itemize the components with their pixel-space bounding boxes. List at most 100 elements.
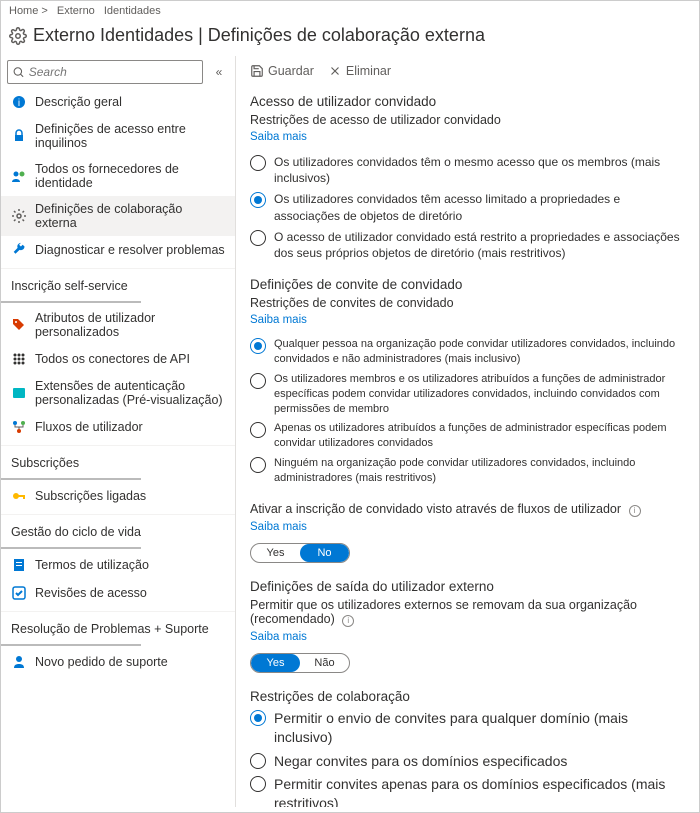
- radio-icon: [250, 422, 266, 438]
- sidebar-item[interactable]: Extensões de autenticação personalizadas…: [1, 373, 235, 413]
- page-header: Externo Identidades | Definições de cola…: [1, 21, 699, 56]
- radio-icon: [250, 457, 266, 473]
- sidebar-item-label: Definições de colaboração externa: [35, 202, 225, 230]
- radio-label: Os utilizadores convidados têm o mesmo a…: [274, 154, 685, 186]
- radio-icon: [250, 753, 266, 769]
- radio-icon: [250, 338, 266, 354]
- sidebar-item[interactable]: Termos de utilização: [1, 551, 235, 579]
- radio-icon: [250, 192, 266, 208]
- leave-toggle-no[interactable]: Não: [300, 654, 349, 672]
- section-invite: Definições de convite de convidado Restr…: [250, 277, 685, 486]
- radio-icon: [250, 776, 266, 792]
- sidebar-item[interactable]: Todos os fornecedores de identidade: [1, 156, 235, 196]
- leave-sub: Permitir que os utilizadores externos se…: [250, 598, 685, 627]
- delete-label: Eliminar: [346, 64, 391, 78]
- sidebar-item[interactable]: Novo pedido de suporte: [1, 648, 235, 676]
- radio-option[interactable]: Apenas os utilizadores atribuídos a funç…: [250, 421, 685, 451]
- signup-learn-link[interactable]: Saiba mais: [250, 521, 307, 533]
- save-button[interactable]: Guardar: [250, 64, 314, 78]
- sidebar-item[interactable]: Definições de colaboração externa: [1, 196, 235, 236]
- sidebar-item-label: Atributos de utilizador personalizados: [35, 311, 225, 339]
- wrench-icon: [11, 242, 27, 258]
- sidebar-group-label: Inscrição self-service: [1, 268, 235, 297]
- sidebar-item-label: Fluxos de utilizador: [35, 420, 143, 434]
- radio-option[interactable]: O acesso de utilizador convidado está re…: [250, 229, 685, 261]
- breadcrumb-l2[interactable]: Identidades: [104, 5, 161, 17]
- leave-toggle-yes[interactable]: Yes: [251, 654, 300, 672]
- section-leave: Definições de saída do utilizador extern…: [250, 579, 685, 673]
- grid-icon: [11, 351, 27, 367]
- leave-toggle[interactable]: Yes Não: [250, 653, 350, 673]
- section-guest-access: Acesso de utilizador convidado Restriçõe…: [250, 94, 685, 261]
- signup-toggle[interactable]: Yes No: [250, 543, 350, 563]
- sidebar-item-label: Todos os fornecedores de identidade: [35, 162, 225, 190]
- info-icon[interactable]: i: [342, 615, 354, 627]
- sidebar-group-label: Resolução de Problemas + Suporte: [1, 611, 235, 640]
- guest-access-title: Acesso de utilizador convidado: [250, 94, 685, 109]
- section-signup: Ativar a inscrição de convidado visto at…: [250, 502, 685, 563]
- search-box[interactable]: [7, 60, 203, 84]
- breadcrumb-home[interactable]: Home >: [9, 5, 48, 17]
- radio-option[interactable]: Negar convites para os domínios especifi…: [250, 752, 685, 771]
- toolbar: Guardar Eliminar: [250, 62, 685, 88]
- leave-learn-link[interactable]: Saiba mais: [250, 631, 307, 643]
- sidebar-group-label: Subscrições: [1, 445, 235, 474]
- radio-option[interactable]: Permitir o envio de convites para qualqu…: [250, 709, 685, 747]
- collapse-sidebar-button[interactable]: «: [209, 60, 229, 84]
- sidebar-item-label: Diagnosticar e resolver problemas: [35, 243, 225, 257]
- guest-access-learn-link[interactable]: Saiba mais: [250, 131, 307, 143]
- sidebar: « iDescrição geral Definições de acesso e…: [1, 56, 236, 807]
- gear-icon: [11, 208, 27, 224]
- invite-title: Definições de convite de convidado: [250, 277, 685, 292]
- save-label: Guardar: [268, 64, 314, 78]
- radio-icon: [250, 230, 266, 246]
- gear-icon: [9, 27, 27, 45]
- signup-toggle-no[interactable]: No: [300, 544, 349, 562]
- search-icon: [12, 65, 25, 79]
- radio-icon: [250, 373, 266, 389]
- breadcrumb-l1[interactable]: Externo: [57, 5, 95, 17]
- radio-label: Apenas os utilizadores atribuídos a funç…: [274, 421, 685, 451]
- invite-learn-link[interactable]: Saiba mais: [250, 314, 307, 326]
- sidebar-item-label: Definições de acesso entre inquilinos: [35, 122, 225, 150]
- sidebar-item[interactable]: Diagnosticar e resolver problemas: [1, 236, 235, 264]
- sidebar-item[interactable]: Revisões de acesso: [1, 579, 235, 607]
- info-icon[interactable]: i: [629, 505, 641, 517]
- sidebar-item[interactable]: iDescrição geral: [1, 88, 235, 116]
- search-input[interactable]: [29, 65, 198, 79]
- radio-label: O acesso de utilizador convidado está re…: [274, 229, 685, 261]
- people-icon: [11, 168, 27, 184]
- leave-title: Definições de saída do utilizador extern…: [250, 579, 685, 594]
- radio-label: Permitir convites apenas para os domínio…: [274, 775, 685, 807]
- radio-label: Qualquer pessoa na organização pode conv…: [274, 337, 685, 367]
- info-icon: i: [11, 94, 27, 110]
- sidebar-item[interactable]: Todos os conectores de API: [1, 345, 235, 373]
- guest-access-sub: Restrições de acesso de utilizador convi…: [250, 113, 685, 127]
- radio-label: Os utilizadores convidados têm acesso li…: [274, 191, 685, 223]
- radio-option[interactable]: Ninguém na organização pode convidar uti…: [250, 456, 685, 486]
- radio-icon: [250, 155, 266, 171]
- sidebar-item[interactable]: Fluxos de utilizador: [1, 413, 235, 441]
- signup-label: Ativar a inscrição de convidado visto at…: [250, 502, 685, 517]
- key-icon: [11, 488, 27, 504]
- signup-toggle-yes[interactable]: Yes: [251, 544, 300, 562]
- sidebar-item[interactable]: Definições de acesso entre inquilinos: [1, 116, 235, 156]
- lock-icon: [11, 128, 27, 144]
- radio-option[interactable]: Permitir convites apenas para os domínio…: [250, 775, 685, 807]
- sidebar-item[interactable]: Subscrições ligadas: [1, 482, 235, 510]
- page-title: Externo Identidades | Definições de cola…: [33, 25, 485, 46]
- sidebar-item-label: Subscrições ligadas: [35, 489, 146, 503]
- radio-option[interactable]: Os utilizadores convidados têm acesso li…: [250, 191, 685, 223]
- radio-option[interactable]: Os utilizadores convidados têm o mesmo a…: [250, 154, 685, 186]
- delete-button[interactable]: Eliminar: [328, 64, 391, 78]
- sidebar-item-label: Todos os conectores de API: [35, 352, 190, 366]
- radio-option[interactable]: Os utilizadores membros e os utilizadore…: [250, 372, 685, 417]
- sidebar-item[interactable]: Atributos de utilizador personalizados: [1, 305, 235, 345]
- collab-title: Restrições de colaboração: [250, 689, 685, 704]
- tag-icon: [11, 317, 27, 333]
- sidebar-item-label: Termos de utilização: [35, 558, 149, 572]
- radio-label: Os utilizadores membros e os utilizadore…: [274, 372, 685, 417]
- radio-option[interactable]: Qualquer pessoa na organização pode conv…: [250, 337, 685, 367]
- radio-label: Ninguém na organização pode convidar uti…: [274, 456, 685, 486]
- main-content: Guardar Eliminar Acesso de utilizador co…: [236, 56, 699, 807]
